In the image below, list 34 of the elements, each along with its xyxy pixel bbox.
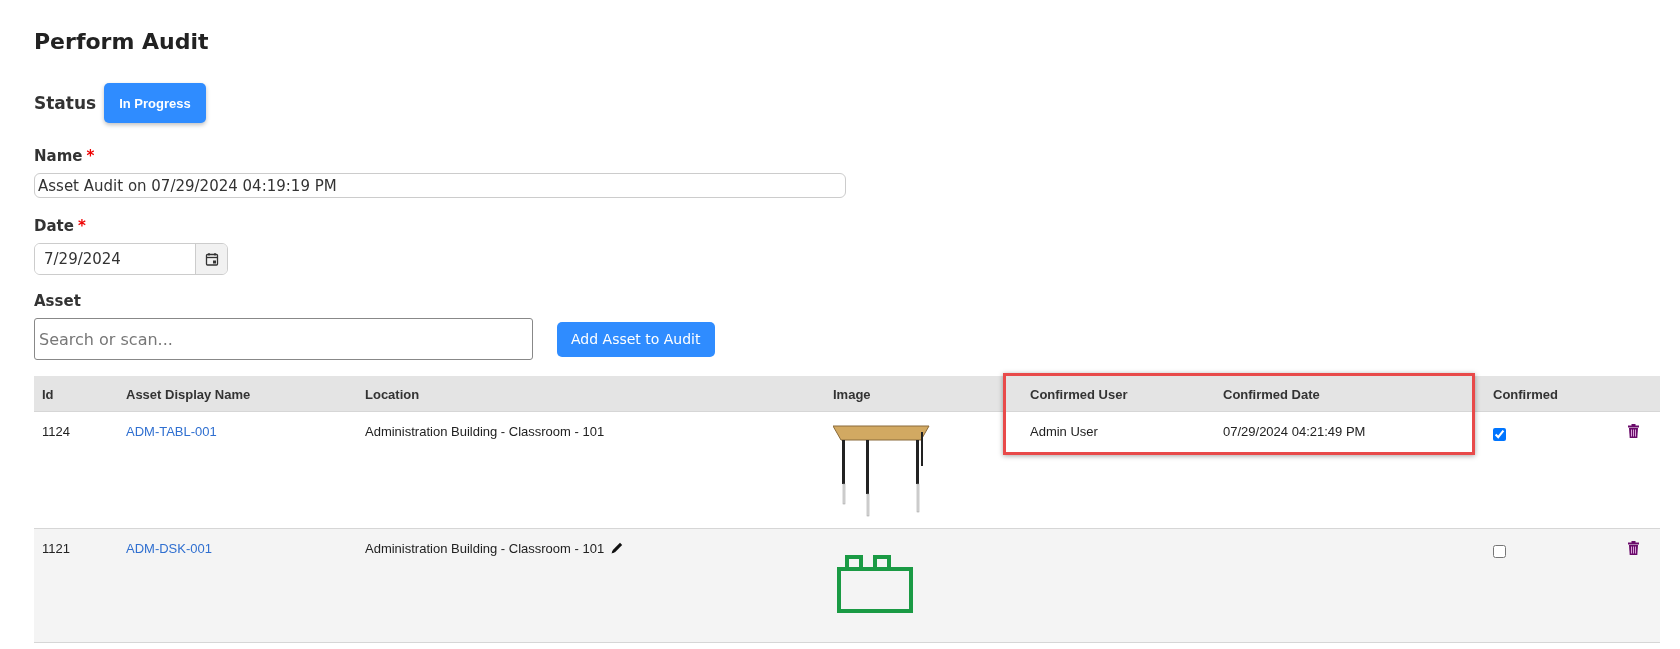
field-label: Name bbox=[34, 147, 83, 165]
column-header: Asset Display Name bbox=[125, 385, 252, 404]
confirmed-checkbox[interactable] bbox=[1493, 428, 1506, 441]
confirmed-date-text: 07/29/2024 04:21:49 PM bbox=[1223, 424, 1366, 439]
status-label: Status bbox=[34, 93, 97, 113]
field-label: Date bbox=[34, 217, 74, 235]
location-text: Administration Building - Classroom - 101 bbox=[365, 424, 605, 439]
id-text: 1124 bbox=[42, 424, 70, 439]
page-title: Perform Audit bbox=[34, 29, 210, 54]
field-label: Asset bbox=[34, 292, 81, 310]
trash-icon[interactable] bbox=[1628, 424, 1639, 438]
calendar-icon bbox=[204, 252, 219, 266]
required-mark: * bbox=[77, 217, 86, 235]
calendar-button[interactable] bbox=[195, 244, 227, 274]
add-asset-button[interactable]: Add Asset to Audit bbox=[557, 321, 715, 357]
confirmed-user-text: Admin User bbox=[1030, 424, 1098, 439]
location-text: Administration Building - Classroom - 101 bbox=[365, 541, 605, 556]
column-header: Location bbox=[364, 385, 421, 404]
asset-link[interactable]: ADM-DSK-001 bbox=[126, 541, 212, 556]
status-button[interactable]: In Progress bbox=[104, 83, 206, 123]
column-header: Confirmed bbox=[1492, 385, 1559, 404]
id-text: 1121 bbox=[42, 541, 70, 556]
date-field[interactable]: 7/29/2024 bbox=[34, 243, 228, 275]
column-header: Confirmed Date bbox=[1222, 385, 1321, 404]
required-mark: * bbox=[86, 147, 95, 165]
name-field[interactable]: Asset Audit on 07/29/2024 04:19:19 PM bbox=[34, 173, 846, 198]
trash-icon[interactable] bbox=[1628, 541, 1639, 555]
column-header: Confirmed User bbox=[1029, 385, 1129, 404]
column-header: Id bbox=[41, 385, 55, 404]
pencil-icon[interactable] bbox=[610, 541, 625, 555]
search-field[interactable]: Search or scan... bbox=[34, 318, 533, 360]
confirmed-checkbox[interactable] bbox=[1493, 545, 1506, 558]
column-header: Image bbox=[832, 385, 872, 404]
asset-link[interactable]: ADM-TABL-001 bbox=[126, 424, 217, 439]
